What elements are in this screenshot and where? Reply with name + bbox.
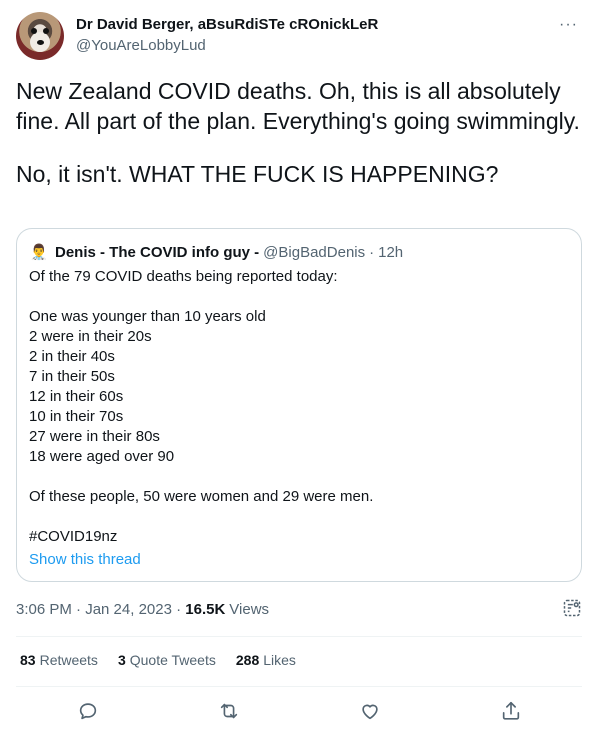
quote-line: 12 in their 60s — [29, 388, 124, 405]
retweets-stat[interactable]: 83 Retweets — [20, 652, 98, 672]
tweet-paragraph: New Zealand COVID deaths. Oh, this is al… — [16, 78, 580, 134]
quote-line: One was younger than 10 years old — [29, 308, 266, 325]
author-handle[interactable]: @YouAreLobbyLud — [76, 37, 206, 54]
quote-time: 12h — [378, 243, 404, 261]
views-count: 16.5K — [185, 600, 226, 618]
views-label: Views — [229, 600, 270, 618]
quote-tweets-stat[interactable]: 3 Quote Tweets — [118, 652, 216, 672]
quote-line: 27 were in their 80s — [29, 428, 160, 445]
likes-stat[interactable]: 288 Likes — [236, 652, 296, 672]
tweet-header: Dr David Berger, aBsuRdiSTe cROnickLeR @… — [16, 12, 582, 62]
tweet-meta: 3:06 PM · Jan 24, 2023 · 16.5K Views — [16, 598, 582, 620]
like-icon[interactable] — [357, 698, 383, 724]
quote-author-name: Denis - The COVID info guy - — [55, 243, 260, 261]
quote-line: 18 were aged over 90 — [29, 448, 175, 465]
quote-separator: · — [369, 243, 375, 261]
quote-line: Of these people, 50 were women and 29 we… — [29, 488, 374, 505]
more-icon[interactable]: ··· — [559, 16, 578, 34]
quote-line: 2 in their 40s — [29, 348, 115, 365]
quoted-tweet[interactable]: 👨‍⚕ Denis - The COVID info guy - @BigBad… — [16, 228, 582, 582]
quoted-tweet-body: Of the 79 COVID deaths being reported to… — [29, 267, 569, 547]
analytics-icon[interactable] — [562, 598, 582, 618]
quote-avatar: 👨‍⚕ — [29, 244, 49, 261]
quote-line: 10 in their 70s — [29, 408, 124, 425]
divider — [16, 686, 582, 687]
quote-author-handle: @BigBadDenis — [263, 243, 366, 261]
retweet-icon[interactable] — [216, 698, 242, 724]
quote-line: 2 were in their 20s — [29, 328, 152, 345]
tweet-text: New Zealand COVID deaths. Oh, this is al… — [16, 76, 582, 189]
action-bar — [16, 698, 582, 724]
divider — [16, 636, 582, 637]
quote-line[interactable]: #COVID19nz — [29, 527, 569, 547]
engagement-stats: 83 Retweets 3 Quote Tweets 288 Likes — [20, 652, 316, 672]
avatar[interactable] — [16, 12, 64, 60]
quote-line: Of the 79 COVID deaths being reported to… — [29, 268, 338, 285]
quote-line: 7 in their 50s — [29, 368, 115, 385]
timestamp[interactable]: 3:06 PM · Jan 24, 2023 · — [16, 601, 185, 618]
reply-icon[interactable] — [75, 698, 101, 724]
quoted-tweet-header: 👨‍⚕ Denis - The COVID info guy - @BigBad… — [29, 241, 569, 263]
share-icon[interactable] — [498, 698, 524, 724]
show-thread-link[interactable]: Show this thread — [29, 551, 569, 568]
author-display-name[interactable]: Dr David Berger, aBsuRdiSTe cROnickLeR — [76, 16, 378, 33]
tweet-paragraph: No, it isn't. WHAT THE FUCK IS HAPPENING… — [16, 161, 499, 187]
